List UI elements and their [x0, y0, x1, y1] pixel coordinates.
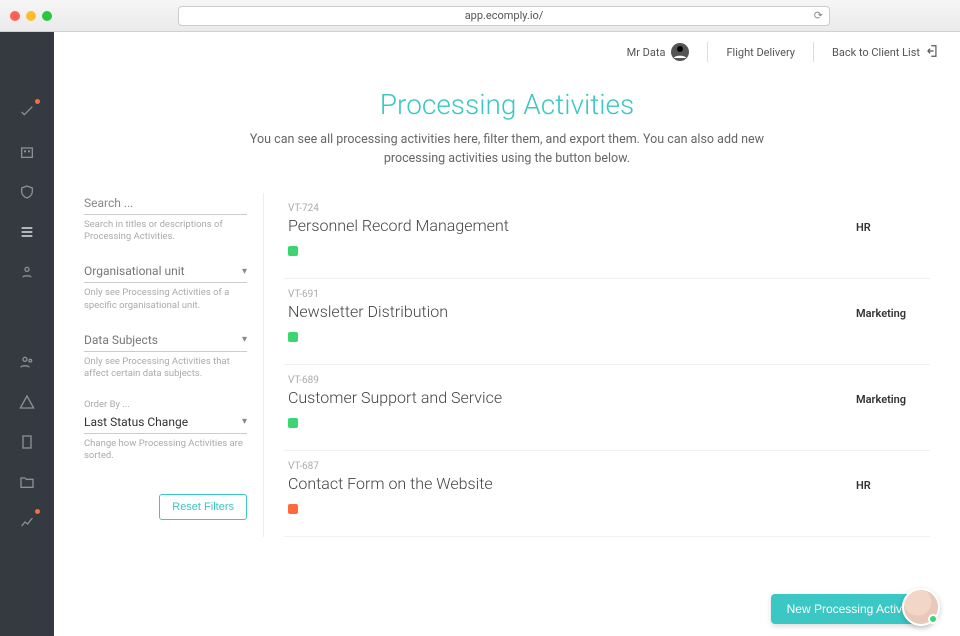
folder-icon[interactable] — [17, 472, 37, 492]
user-label: Mr Data — [627, 46, 666, 59]
activity-title: Customer Support and Service — [288, 388, 856, 407]
doc-icon[interactable] — [17, 432, 37, 452]
sidebar — [0, 32, 54, 636]
activity-title: Personnel Record Management — [288, 216, 856, 235]
page-subtitle: You can see all processing activities he… — [247, 131, 767, 169]
chevron-down-icon: ▾ — [242, 416, 247, 427]
data-subjects-hint: Only see Processing Activities that affe… — [84, 356, 247, 381]
org-unit-label: Organisational unit — [84, 264, 185, 278]
org-unit-hint: Only see Processing Activities of a spec… — [84, 287, 247, 312]
org-unit-select[interactable]: Organisational unit ▾ — [84, 261, 247, 283]
people-icon[interactable] — [17, 262, 37, 282]
search-hint: Search in titles or descriptions of Proc… — [84, 219, 247, 244]
filters-panel: Search ... Search in titles or descripti… — [84, 193, 264, 537]
close-window-icon[interactable] — [10, 11, 20, 21]
divider — [813, 42, 814, 62]
order-by-hint: Change how Processing Activities are sor… — [84, 438, 247, 463]
support-chat-avatar[interactable] — [902, 588, 940, 626]
content-area: Processing Activities You can see all pr… — [54, 72, 960, 636]
activity-department: Marketing — [856, 289, 926, 320]
back-to-client-list[interactable]: Back to Client List — [832, 44, 940, 61]
activity-row[interactable]: VT-724 Personnel Record ManagementHR — [284, 193, 930, 279]
reload-icon[interactable]: ⟳ — [814, 9, 823, 22]
chevron-down-icon: ▾ — [242, 266, 247, 277]
activity-row[interactable]: VT-687 Contact Form on the WebsiteHR — [284, 451, 930, 537]
maximize-window-icon[interactable] — [42, 11, 52, 21]
logout-icon — [926, 44, 940, 61]
filter-order-by: Order By ... Last Status Change ▾ Change… — [84, 399, 247, 463]
traffic-lights — [10, 11, 52, 21]
users-icon[interactable] — [17, 352, 37, 372]
current-user[interactable]: Mr Data — [627, 43, 690, 61]
page-title: Processing Activities — [84, 88, 930, 121]
status-indicator-icon — [288, 332, 298, 342]
divider — [707, 42, 708, 62]
activity-department: HR — [856, 461, 926, 492]
activity-department: HR — [856, 203, 926, 234]
client-label[interactable]: Flight Delivery — [726, 46, 795, 59]
activity-row[interactable]: VT-689 Customer Support and ServiceMarket… — [284, 365, 930, 451]
filter-search: Search ... Search in titles or descripti… — [84, 193, 247, 244]
status-indicator-icon — [288, 418, 298, 428]
order-by-select[interactable]: Last Status Change ▾ — [84, 412, 247, 434]
status-indicator-icon — [288, 246, 298, 256]
activity-title: Newsletter Distribution — [288, 302, 856, 321]
tasks-icon[interactable] — [17, 102, 37, 122]
minimize-window-icon[interactable] — [26, 11, 36, 21]
activities-list: VT-724Personnel Record ManagementHRVT-69… — [284, 193, 930, 537]
shield-icon[interactable] — [17, 182, 37, 202]
activity-code: VT-691 — [288, 289, 856, 300]
reset-filters-button[interactable]: Reset Filters — [159, 494, 247, 520]
activity-title: Contact Form on the Website — [288, 474, 856, 493]
status-indicator-icon — [288, 504, 298, 514]
activity-department: Marketing — [856, 375, 926, 406]
back-label: Back to Client List — [832, 46, 920, 59]
data-subjects-select[interactable]: Data Subjects ▾ — [84, 330, 247, 352]
list-icon[interactable] — [17, 222, 37, 242]
activity-row[interactable]: VT-691 Newsletter DistributionMarketing — [284, 279, 930, 365]
notification-dot-icon — [35, 99, 40, 104]
chart-icon[interactable] — [17, 512, 37, 532]
topbar: Mr Data Flight Delivery Back to Client L… — [54, 32, 960, 72]
address-bar[interactable]: app.ecomply.io/ ⟳ — [178, 6, 830, 26]
activity-code: VT-689 — [288, 375, 856, 386]
filter-org-unit: Organisational unit ▾ Only see Processin… — [84, 261, 247, 312]
filter-data-subjects: Data Subjects ▾ Only see Processing Acti… — [84, 330, 247, 381]
order-by-toplabel: Order By ... — [84, 399, 247, 410]
online-status-icon — [928, 614, 938, 624]
search-input[interactable]: Search ... — [84, 193, 247, 215]
data-subjects-label: Data Subjects — [84, 333, 158, 347]
notification-dot-icon — [35, 509, 40, 514]
chevron-down-icon: ▾ — [242, 334, 247, 345]
warning-icon[interactable] — [17, 392, 37, 412]
browser-chrome: app.ecomply.io/ ⟳ — [0, 0, 960, 32]
activity-code: VT-724 — [288, 203, 856, 214]
activity-code: VT-687 — [288, 461, 856, 472]
address-url: app.ecomply.io/ — [465, 9, 544, 22]
company-icon[interactable] — [17, 142, 37, 162]
user-avatar-icon — [671, 43, 689, 61]
order-by-value: Last Status Change — [84, 415, 188, 429]
